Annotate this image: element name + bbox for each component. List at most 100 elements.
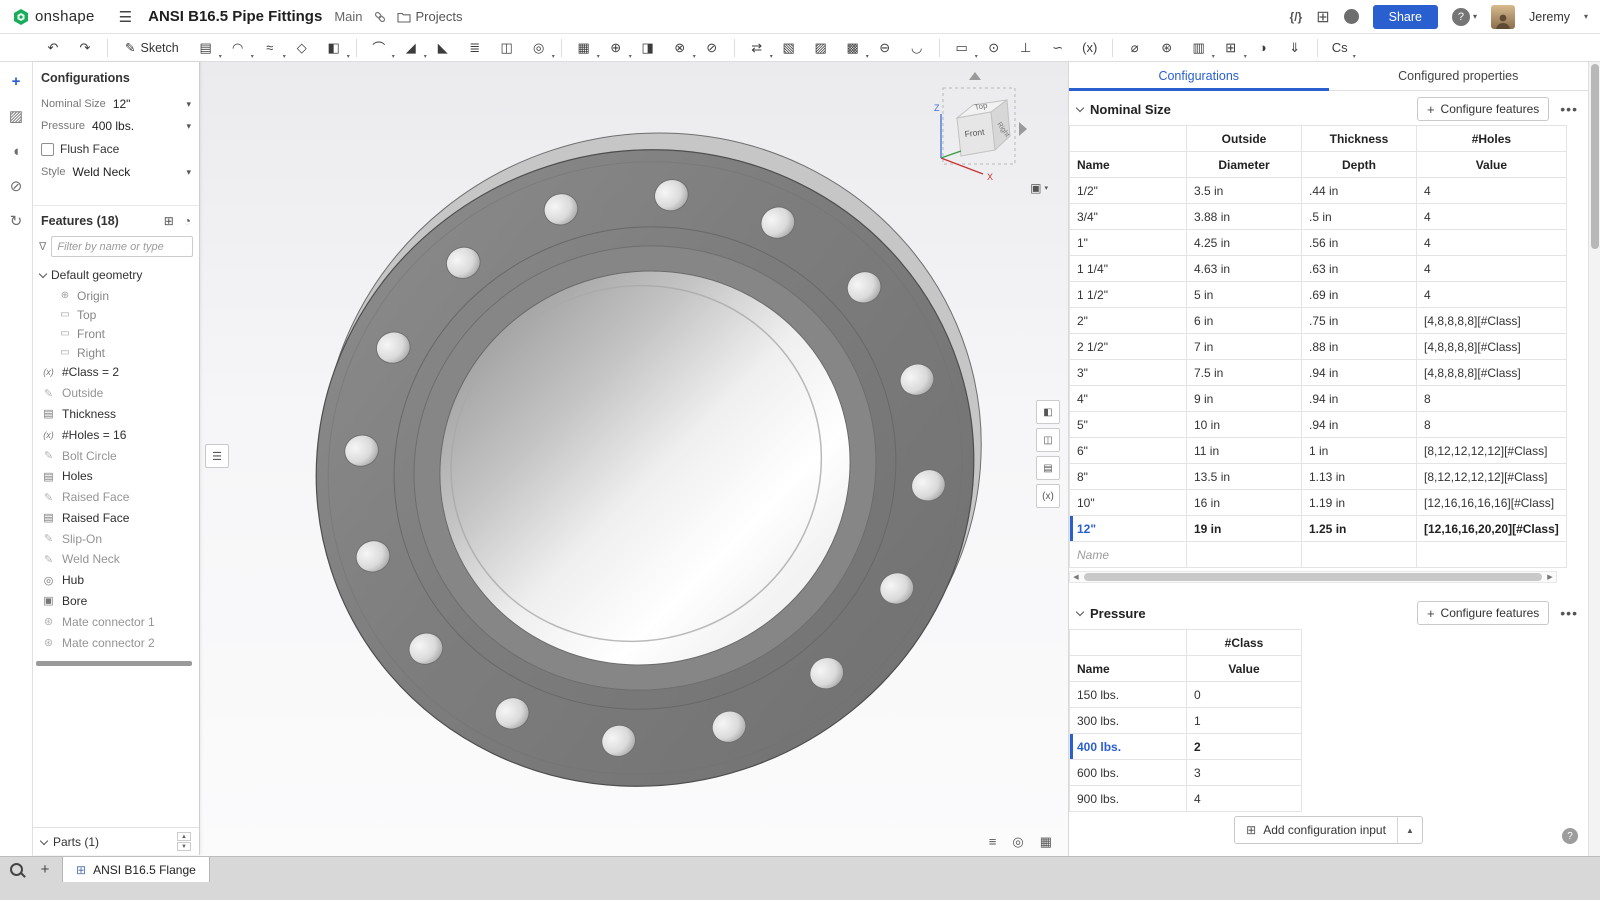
- table-row[interactable]: 1 1/4"4.63 in.63 in4: [1070, 256, 1567, 282]
- scroll-right-icon[interactable]: ▶: [1544, 573, 1556, 581]
- feature-item[interactable]: ⊛Mate connector 1: [33, 611, 199, 632]
- user-menu-chevron-icon[interactable]: ▾: [1584, 12, 1588, 21]
- more-options-icon[interactable]: •••: [1560, 101, 1578, 117]
- table-cell[interactable]: [12,16,16,16,16][#Class]: [1417, 490, 1567, 516]
- table-cell[interactable]: 3: [1187, 760, 1302, 786]
- table-cell[interactable]: [8,12,12,12,12][#Class]: [1417, 438, 1567, 464]
- section-tool[interactable]: ⊘: [5, 175, 27, 197]
- projects-breadcrumb[interactable]: Projects: [397, 9, 463, 24]
- feature-item[interactable]: (x)#Class = 2: [33, 362, 199, 383]
- table-cell[interactable]: .88 in: [1302, 334, 1417, 360]
- appearance-icon[interactable]: ◑: [1248, 36, 1278, 60]
- select-tool[interactable]: +: [5, 70, 27, 92]
- table-cell[interactable]: .94 in: [1302, 360, 1417, 386]
- table-cell[interactable]: 5": [1070, 412, 1187, 438]
- appearance-tool[interactable]: ▨: [5, 105, 27, 127]
- table-cell[interactable]: 2 1/2": [1070, 334, 1187, 360]
- shell-icon[interactable]: ◫: [492, 36, 522, 60]
- view-options-button[interactable]: ▣ ▾: [1030, 181, 1048, 195]
- nominal-size-dropdown[interactable]: Nominal Size 12" ▾: [33, 93, 199, 115]
- configure-features-button[interactable]: + Configure features: [1417, 97, 1549, 121]
- table-row[interactable]: 1 1/2"5 in.69 in4: [1070, 282, 1567, 308]
- table-row[interactable]: 900 lbs.4: [1070, 786, 1302, 812]
- more-options-icon[interactable]: •••: [1560, 605, 1578, 621]
- history-tool[interactable]: ↻: [5, 210, 27, 232]
- boolean-icon[interactable]: ⊗▾: [665, 36, 695, 60]
- scrollbar-thumb[interactable]: [1591, 64, 1599, 249]
- table-cell[interactable]: 1.25 in: [1302, 516, 1417, 542]
- table-cell[interactable]: 6 in: [1187, 308, 1302, 334]
- user-name[interactable]: Jeremy: [1529, 10, 1570, 24]
- grid-icon[interactable]: ▦: [1040, 834, 1052, 850]
- filter-icon[interactable]: ∇: [39, 240, 46, 253]
- table-cell[interactable]: 1.13 in: [1302, 464, 1417, 490]
- vertical-scrollbar[interactable]: [1588, 62, 1600, 856]
- table-cell[interactable]: 900 lbs.: [1070, 786, 1187, 812]
- named-views-icon[interactable]: ◫: [1036, 428, 1060, 452]
- table-cell[interactable]: .94 in: [1302, 412, 1417, 438]
- table-cell[interactable]: 10 in: [1187, 412, 1302, 438]
- extrude-icon[interactable]: ▤▾: [191, 36, 221, 60]
- default-geometry-node[interactable]: Default geometry: [33, 264, 199, 286]
- undo-icon[interactable]: ↶: [38, 36, 68, 60]
- table-cell[interactable]: 8: [1417, 386, 1567, 412]
- geometry-item-top[interactable]: ▭Top: [33, 305, 199, 324]
- geometry-item-front[interactable]: ▭Front: [33, 324, 199, 343]
- table-row[interactable]: 5"10 in.94 in8: [1070, 412, 1567, 438]
- sweep-icon[interactable]: ≈▾: [255, 36, 285, 60]
- circular-pattern-icon[interactable]: ⊕▾: [601, 36, 631, 60]
- table-cell[interactable]: [4,8,8,8,8][#Class]: [1417, 308, 1567, 334]
- table-cell[interactable]: 4": [1070, 386, 1187, 412]
- table-cell[interactable]: 150 lbs.: [1070, 682, 1187, 708]
- table-row[interactable]: 6"11 in1 in[8,12,12,12,12][#Class]: [1070, 438, 1567, 464]
- feature-list-scrollbar[interactable]: [36, 661, 192, 666]
- table-cell[interactable]: [4,8,8,8,8][#Class]: [1417, 334, 1567, 360]
- fillet-icon[interactable]: ⌒▾: [364, 36, 394, 60]
- feature-item[interactable]: ✎Weld Neck: [33, 549, 199, 570]
- feature-item[interactable]: ✎Slip-On: [33, 528, 199, 549]
- table-cell[interactable]: 4.63 in: [1187, 256, 1302, 282]
- replace-face-icon[interactable]: ▨: [806, 36, 836, 60]
- mirror-icon[interactable]: ◨: [633, 36, 663, 60]
- table-cell[interactable]: 9 in: [1187, 386, 1302, 412]
- table-cell[interactable]: Name: [1070, 542, 1187, 568]
- table-cell[interactable]: 3.5 in: [1187, 178, 1302, 204]
- feature-item[interactable]: ✎Outside: [33, 383, 199, 404]
- thicken-icon[interactable]: ◧▾: [319, 36, 349, 60]
- table-cell[interactable]: 1: [1187, 708, 1302, 734]
- table-cell[interactable]: 6": [1070, 438, 1187, 464]
- chevron-up-icon[interactable]: ▲: [1397, 817, 1422, 843]
- table-cell[interactable]: [1417, 542, 1567, 568]
- configure-features-button[interactable]: + Configure features: [1417, 601, 1549, 625]
- table-cell[interactable]: 8: [1417, 412, 1567, 438]
- frame-icon[interactable]: ▥▾: [1184, 36, 1214, 60]
- linear-pattern-icon[interactable]: ▦▾: [569, 36, 599, 60]
- new-row[interactable]: Name: [1070, 542, 1567, 568]
- table-cell[interactable]: 1 1/4": [1070, 256, 1187, 282]
- custom-feature-cs-icon[interactable]: Cs▾: [1325, 36, 1355, 60]
- table-cell[interactable]: 16 in: [1187, 490, 1302, 516]
- measure-icon[interactable]: ⌀: [1120, 36, 1150, 60]
- feature-item[interactable]: (x)#Holes = 16: [33, 424, 199, 445]
- geometry-item-origin[interactable]: ⊕Origin: [33, 286, 199, 305]
- table-cell[interactable]: 2: [1187, 734, 1302, 760]
- help-icon[interactable]: ?: [1452, 8, 1470, 26]
- filter-input[interactable]: [51, 236, 193, 257]
- avatar[interactable]: [1491, 5, 1515, 29]
- plane-icon[interactable]: ▭▾: [947, 36, 977, 60]
- flush-face-checkbox[interactable]: Flush Face: [33, 137, 199, 161]
- table-row[interactable]: 2"6 in.75 in[4,8,8,8,8][#Class]: [1070, 308, 1567, 334]
- link-icon[interactable]: [373, 10, 387, 24]
- rotate-up-arrow-icon[interactable]: [969, 72, 981, 80]
- curve-icon[interactable]: ∽: [1043, 36, 1073, 60]
- new-folder-icon[interactable]: ⊞: [164, 214, 174, 228]
- hole-icon[interactable]: ◎▾: [524, 36, 554, 60]
- table-cell[interactable]: 4: [1417, 230, 1567, 256]
- checkbox-icon[interactable]: [41, 143, 54, 156]
- sheet-metal-icon[interactable]: ⊞▾: [1216, 36, 1246, 60]
- table-cell[interactable]: 400 lbs.: [1070, 734, 1187, 760]
- table-cell[interactable]: [1187, 542, 1302, 568]
- app-store-icon[interactable]: ⊞: [1316, 7, 1329, 27]
- feature-item[interactable]: ✎Bolt Circle: [33, 445, 199, 466]
- feature-item[interactable]: ◎Hub: [33, 570, 199, 591]
